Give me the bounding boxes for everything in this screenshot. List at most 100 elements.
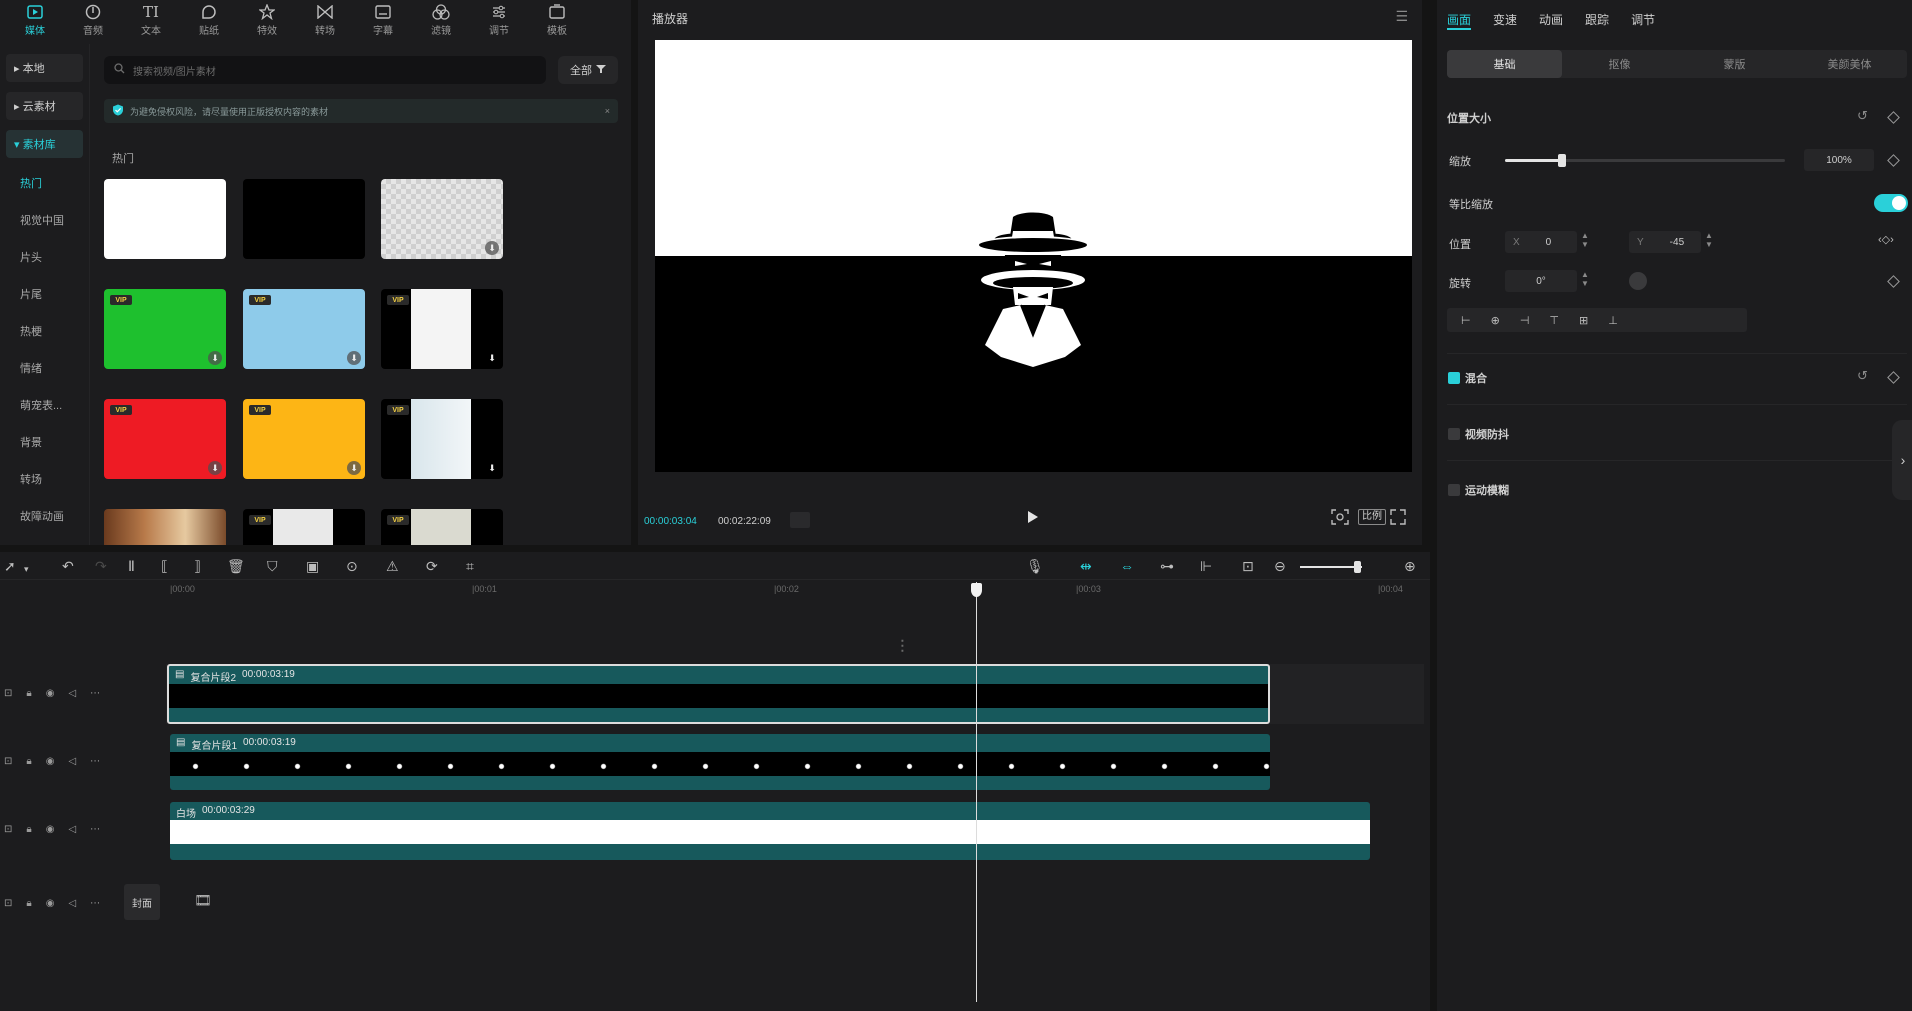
mute-icon[interactable]: ◁ [68,898,76,909]
lock-icon[interactable]: 🔒︎ [26,688,31,699]
align-left-icon[interactable]: ⊢ [1461,314,1471,327]
asset-light-paper[interactable]: VIP ⬇ [381,399,503,479]
cover-button[interactable]: 封面 [124,884,160,920]
lock-icon[interactable]: 🔒︎ [26,756,31,767]
track-frame-icon[interactable]: ⊡ [4,688,12,699]
split-icon[interactable]: Ⅱ [128,558,135,574]
track-frame-icon[interactable]: ⊡ [4,756,12,767]
subtab-basic[interactable]: 基础 [1447,50,1562,78]
tab-adjust[interactable]: 调节 [470,0,528,40]
uniform-scale-toggle[interactable] [1874,194,1908,212]
reset-icon[interactable]: ↺ [1857,108,1868,124]
select-tool-icon[interactable]: ➚ [4,558,16,574]
download-icon[interactable]: ⬇ [208,351,222,365]
film-icon[interactable]: 🎞︎ [194,892,212,909]
timeline-ruler[interactable]: |00:00 |00:01 |00:02 |00:03 |00:04 [0,582,1430,600]
tab-effects[interactable]: 特效 [238,0,296,40]
motion-blur-checkbox[interactable] [1448,484,1460,496]
timeline-clip[interactable]: ▤ 复合片段2 00:00:03:19 [167,664,1270,724]
align-top-icon[interactable]: ⊤ [1549,314,1559,327]
more-icon[interactable]: ⋯ [90,688,100,699]
zoom-slider-thumb[interactable] [1354,561,1361,573]
timeline-clip[interactable]: 白场 00:00:03:29 [170,802,1370,860]
asset-green[interactable]: VIP ⬇ [104,289,226,369]
more-icon[interactable]: ⋯ [90,824,100,835]
asset-transparent[interactable]: ⬇ [381,179,503,259]
sidebar-item-glitch[interactable]: 故障动画 [0,497,89,534]
link-main-track-icon[interactable]: ⇹ [1080,558,1092,574]
fit-view-button[interactable] [1331,509,1349,528]
subtab-beauty[interactable]: 美颜美体 [1792,50,1907,78]
split-left-icon[interactable]: ⟦ [161,558,168,574]
tab-adjust[interactable]: 调节 [1631,11,1655,28]
timecode-toggle[interactable] [790,512,810,528]
asset-photo[interactable] [104,509,226,545]
filter-button[interactable]: 全部 [558,56,618,84]
zoom-slider[interactable] [1300,561,1362,573]
more-icon[interactable]: ⋯ [90,756,100,767]
eye-icon[interactable]: ◉ [46,898,55,909]
keyframe-nav-icon[interactable]: ‹◇› [1878,233,1894,246]
tab-template[interactable]: 模板 [528,0,586,40]
rotate-input[interactable]: 0° [1505,270,1577,292]
eye-icon[interactable]: ◉ [46,756,55,767]
asset-yellow[interactable]: VIP ⬇ [243,399,365,479]
reverse-icon[interactable]: ⊙ [346,558,358,574]
download-icon[interactable]: ⬇ [485,241,499,255]
freeze-icon[interactable]: ▣ [306,558,319,574]
lock-icon[interactable]: 🔒︎ [26,824,31,835]
rotate-dial[interactable] [1629,272,1647,290]
menu-icon[interactable]: ☰ [1395,8,1408,25]
preview-canvas[interactable] [655,40,1412,472]
ratio-button[interactable]: 比例 [1358,509,1386,525]
asset-paper-4[interactable]: VIP [381,509,503,545]
stepper-icon[interactable]: ▲ ▼ [1581,270,1589,288]
asset-red[interactable]: VIP ⬇ [104,399,226,479]
subtab-cutout[interactable]: 抠像 [1562,50,1677,78]
marker-icon[interactable]: ⛉ [267,558,278,574]
sidebar-item-memes[interactable]: 热梗 [0,312,89,349]
sidebar-item-background[interactable]: 背景 [0,423,89,460]
tab-sticker[interactable]: 贴纸 [180,0,238,40]
keyframe-icon[interactable] [1887,111,1900,124]
eye-icon[interactable]: ◉ [46,824,55,835]
keyframe-icon[interactable] [1887,275,1900,288]
asset-black[interactable] [243,179,365,259]
download-icon[interactable]: ⬇ [347,351,361,365]
redo-icon[interactable]: ↷ [95,558,107,574]
split-right-icon[interactable]: ⟧ [194,558,201,574]
sidebar-library[interactable]: ▾ 素材库 [6,130,83,158]
scale-input[interactable]: 100% [1804,149,1874,171]
delete-icon[interactable]: 🗑︎ [227,558,245,574]
tab-filter[interactable]: 滤镜 [412,0,470,40]
download-icon[interactable]: ⬇ [485,461,499,475]
tab-media[interactable]: 媒体 [6,0,64,40]
sidebar-item-hot[interactable]: 热门 [0,164,89,201]
scale-slider[interactable] [1505,154,1785,167]
crop-icon[interactable]: ⌗ [466,558,474,574]
asset-paper-3[interactable]: VIP [243,509,365,545]
sidebar-cloud[interactable]: ▸ 云素材 [6,92,83,120]
chevron-down-icon[interactable]: ▾ [24,561,29,577]
timeline-clip[interactable]: ▤ 复合片段1 00:00:03:19 [170,734,1270,790]
sidebar-item-emotion[interactable]: 情绪 [0,349,89,386]
link-icon[interactable]: ⊶ [1160,558,1174,574]
more-icon[interactable]: ⋯ [90,898,100,909]
sidebar-item-vcg[interactable]: 视觉中国 [0,201,89,238]
sidebar-item-intro[interactable]: 片头 [0,238,89,275]
panel-collapse-button[interactable]: › [1892,420,1912,500]
mute-icon[interactable]: ◁ [68,756,76,767]
tab-transition[interactable]: 转场 [296,0,354,40]
lock-icon[interactable]: 🔒︎ [26,898,31,909]
stepper-icon[interactable]: ▲ ▼ [1705,231,1713,249]
position-y-input[interactable]: Y -45 [1629,231,1701,253]
mute-icon[interactable]: ◁ [68,824,76,835]
keyframe-icon[interactable] [1887,154,1900,167]
close-icon[interactable]: × [605,106,610,116]
stabilize-checkbox[interactable] [1448,428,1460,440]
eye-icon[interactable]: ◉ [46,688,55,699]
scale-slider-thumb[interactable] [1558,154,1566,167]
subtab-mask[interactable]: 蒙版 [1677,50,1792,78]
tab-text[interactable]: TI 文本 [122,0,180,40]
asset-white-paper[interactable]: VIP ⬇ [381,289,503,369]
